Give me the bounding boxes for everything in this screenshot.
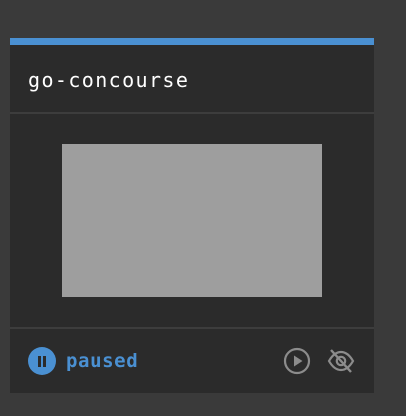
card-footer: paused (10, 329, 374, 393)
pipeline-preview[interactable] (62, 144, 322, 297)
status-accent-bar (10, 38, 374, 45)
eye-off-icon (327, 349, 355, 373)
pipeline-name-link[interactable]: go-concourse (28, 68, 189, 92)
play-circle-icon (283, 347, 311, 375)
status-label: paused (66, 350, 139, 372)
pipeline-card: go-concourse paused (10, 38, 374, 393)
hide-pipeline-button[interactable] (327, 347, 355, 375)
card-body (10, 114, 374, 329)
card-header: go-concourse (10, 45, 374, 114)
play-button[interactable] (283, 347, 311, 375)
pause-circle-icon (28, 347, 56, 375)
pipeline-status: paused (28, 347, 138, 375)
